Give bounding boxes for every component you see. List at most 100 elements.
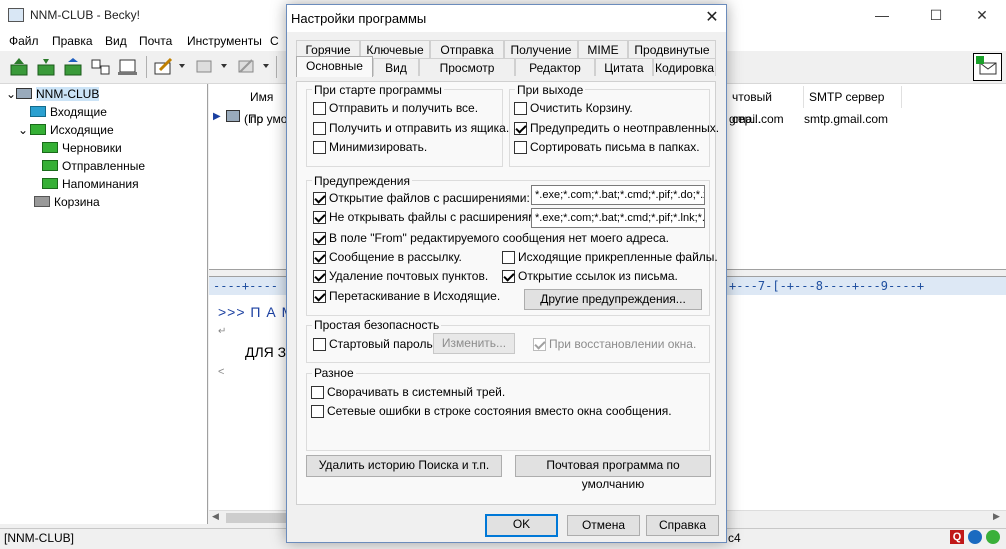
warn-noopen-ext-checkbox[interactable] — [313, 211, 326, 224]
tab-editor[interactable]: Редактор — [515, 58, 595, 76]
warn-delete-items-checkbox[interactable] — [313, 270, 326, 283]
warn-from-address-checkbox[interactable] — [313, 232, 326, 245]
open-ext-input[interactable]: *.exe;*.com;*.bat;*.cmd;*.pif;*.do;*.x — [531, 185, 705, 205]
startup-send-receive-all-checkbox[interactable] — [313, 102, 326, 115]
scroll-right-icon[interactable]: ▶ — [993, 511, 1000, 522]
reminders-folder-icon — [42, 178, 58, 189]
warn-noopen-ext-label: Не открывать файлы с расширениями: — [329, 210, 547, 224]
delete-search-history-button[interactable]: Удалить историю Поиска и т.п. — [306, 455, 502, 477]
warn-from-address-label: В поле "From" редактируемого сообщения н… — [329, 231, 669, 245]
settings-dialog: Настройки программы ✕ Горячие Ключевые О… — [286, 4, 727, 543]
new-mail-notification-icon[interactable] — [973, 53, 1002, 81]
computer-icon — [16, 88, 32, 99]
change-password-button[interactable]: Изменить... — [433, 333, 515, 354]
dialog-close-icon[interactable]: ✕ — [700, 7, 724, 29]
forward-dropdown-icon[interactable] — [263, 64, 269, 68]
misc-group-label: Разное — [312, 366, 356, 380]
startup-receive-send-box-label: Получить и отправить из ящика. — [329, 121, 510, 135]
tree-folder-sent[interactable]: Отправленные — [42, 157, 145, 175]
tab-encoding[interactable]: Кодировка — [653, 58, 716, 76]
help-button[interactable]: Справка — [646, 515, 719, 536]
warn-outgoing-attach-label: Исходящие прикрепленные файлы. — [518, 250, 718, 264]
tab-general[interactable]: Основные — [296, 56, 373, 77]
startup-password-checkbox[interactable] — [313, 338, 326, 351]
exit-empty-trash-checkbox[interactable] — [514, 102, 527, 115]
tab-mime[interactable]: MIME — [578, 40, 628, 58]
ruler-left: ----+---- — [213, 279, 279, 293]
menu-mail[interactable]: Почта — [139, 34, 172, 48]
minimize-icon[interactable]: — — [870, 4, 894, 26]
ok-button[interactable]: OK — [485, 514, 558, 537]
maximize-icon[interactable]: ☐ — [924, 4, 948, 26]
dialog-title: Настройки программы — [291, 11, 427, 26]
reply-dropdown-icon[interactable] — [221, 64, 227, 68]
tab-advanced[interactable]: Продвинутые — [628, 40, 716, 58]
collapse-arrow-icon[interactable]: ⌄ — [18, 121, 30, 139]
sent-folder-icon — [42, 160, 58, 171]
quick-icon[interactable]: Q — [950, 530, 964, 544]
warn-mailing-list-checkbox[interactable] — [313, 251, 326, 264]
computer-icon — [226, 110, 240, 122]
scroll-thumb[interactable] — [226, 513, 286, 523]
menu-edit[interactable]: Правка — [52, 34, 93, 48]
other-warnings-button[interactable]: Другие предупреждения... — [524, 289, 702, 310]
forward-icon[interactable] — [234, 56, 258, 78]
startup-receive-send-box-checkbox[interactable] — [313, 122, 326, 135]
cancel-button[interactable]: Отмена — [567, 515, 640, 536]
restore-window-checkbox[interactable] — [533, 338, 546, 351]
receive-icon[interactable] — [35, 56, 59, 78]
warn-drag-outbox-checkbox[interactable] — [313, 290, 326, 303]
tab-quote[interactable]: Цитата — [595, 58, 653, 76]
menu-partial[interactable]: С — [270, 34, 279, 48]
send-icon[interactable] — [62, 56, 86, 78]
exit-warn-unsent-checkbox[interactable] — [514, 122, 527, 135]
tab-view[interactable]: Вид — [373, 58, 419, 76]
online-status-icon[interactable] — [986, 530, 1000, 544]
status-account: [NNM-CLUB] — [4, 531, 75, 545]
column-header-pop[interactable]: чтовый сер... — [727, 86, 804, 126]
warn-open-ext-checkbox[interactable] — [313, 192, 326, 205]
default-mail-program-button[interactable]: Почтовая программа по умолчанию — [515, 455, 711, 491]
connection-status-icon[interactable] — [968, 530, 982, 544]
collapse-arrow-icon[interactable]: ⌄ — [6, 85, 16, 103]
exit-sort-folders-checkbox[interactable] — [514, 141, 527, 154]
noopen-ext-input[interactable]: *.exe;*.com;*.bat;*.cmd;*.pif;*.lnk;*.s — [531, 208, 705, 228]
tree-account-nnm-club[interactable]: ⌄ NNM-CLUB — [6, 85, 100, 103]
ruler-right: +---7-[-+---8----+---9----+ — [729, 279, 925, 293]
minimize-tray-checkbox[interactable] — [311, 386, 324, 399]
close-main-icon[interactable]: ✕ — [970, 4, 994, 26]
tree-folder-inbox[interactable]: Входящие — [30, 103, 107, 121]
startup-minimize-checkbox[interactable] — [313, 141, 326, 154]
tab-receiving[interactable]: Получение — [504, 40, 578, 58]
trash-icon — [34, 196, 50, 207]
tree-folder-trash[interactable]: Корзина — [34, 193, 100, 211]
menu-file[interactable]: Файл — [9, 34, 39, 48]
compose-dropdown-icon[interactable] — [179, 64, 185, 68]
tree-folder-drafts[interactable]: Черновики — [42, 139, 122, 157]
warn-open-links-checkbox[interactable] — [502, 270, 515, 283]
column-header-name[interactable]: Имя пр — [245, 86, 287, 126]
column-header-smtp[interactable]: SMTP сервер — [804, 86, 902, 108]
reply-icon[interactable] — [192, 56, 216, 78]
menu-view[interactable]: Вид — [105, 34, 127, 48]
restore-window-label: При восстановлении окна. — [549, 337, 697, 351]
warn-mailing-list-label: Сообщение в рассылку. — [329, 250, 462, 264]
tree-folder-reminders[interactable]: Напоминания — [42, 175, 139, 193]
row-account-name[interactable]: (По умо — [244, 112, 287, 126]
tab-preview[interactable]: Просмотр — [419, 58, 515, 76]
security-group-label: Простая безопасность — [312, 318, 442, 332]
row-smtp-server[interactable]: smtp.gmail.com — [804, 112, 888, 126]
row-pop-server[interactable]: gmail.com — [729, 112, 784, 126]
toolbar-separator — [276, 56, 277, 78]
tree-folder-outbox[interactable]: ⌄ Исходящие — [18, 121, 114, 139]
tab-sending[interactable]: Отправка — [430, 40, 504, 58]
scroll-left-icon[interactable]: ◀ — [212, 511, 219, 522]
sync-icon[interactable] — [89, 56, 113, 78]
warn-outgoing-attach-checkbox[interactable] — [502, 251, 515, 264]
network-errors-statusbar-checkbox[interactable] — [311, 405, 324, 418]
address-book-icon[interactable] — [116, 56, 140, 78]
menu-tools[interactable]: Инструменты — [187, 34, 262, 48]
exit-group-label: При выходе — [515, 83, 586, 97]
compose-icon[interactable] — [152, 56, 176, 78]
send-receive-icon[interactable] — [8, 56, 32, 78]
